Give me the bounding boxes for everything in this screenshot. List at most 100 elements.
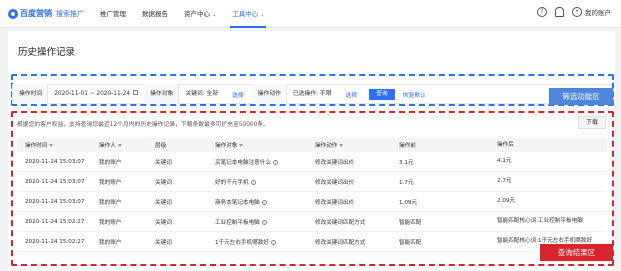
info-icon[interactable]: i <box>261 199 267 205</box>
calendar-icon <box>133 90 139 95</box>
nav-label: 资产中心 <box>184 10 210 18</box>
cell-before: 3.1元 <box>399 159 414 166</box>
nav-promotion[interactable]: 推广管理 <box>92 0 134 28</box>
cell-action: 修改关键词出价 <box>315 179 355 186</box>
col-label: 操作动作 <box>315 143 338 149</box>
col-time: 操作时间 <box>17 141 99 149</box>
action-value: 已选操作: 不限 <box>292 91 332 97</box>
cell-level: 关键词 <box>155 159 172 166</box>
cell-user: 我的账户 <box>99 239 122 246</box>
result-area-tag: 查询结果区 <box>540 244 613 261</box>
col-after: 操作后 <box>497 141 514 148</box>
cell-before: 1.09元 <box>399 199 418 206</box>
cell-user: 我的账户 <box>99 159 122 166</box>
cell-time: 2020-11-24 15:03:07 <box>25 178 85 185</box>
bell-icon[interactable] <box>555 7 564 17</box>
date-range-value: 2020-11-01 ~ 2020-11-24 <box>54 91 131 97</box>
chevron-down-icon: ⌄ <box>260 12 265 18</box>
action-label: 操作动作 <box>251 84 287 104</box>
info-icon[interactable]: i <box>270 239 276 245</box>
cell-object: 工业控制平板电脑 i <box>215 218 315 226</box>
reset-button[interactable]: 恢复默认 <box>403 90 426 99</box>
chevron-down-icon: ⌄ <box>212 12 217 18</box>
col-object: 操作对象 <box>215 141 315 149</box>
nav-label: 工具中心 <box>232 10 259 18</box>
nav-tools[interactable]: 工具中心 ⌄ <box>224 0 272 28</box>
nav-assets[interactable]: 资产中心 ⌄ <box>176 0 224 28</box>
cell-action: 修改关键词匹配方式 <box>315 219 366 226</box>
nav-label: 推广管理 <box>100 10 126 18</box>
filter-icon[interactable] <box>49 143 54 148</box>
object-text: 好的千元手机 <box>215 179 249 186</box>
results-notice: 根据您的客户权益，支持查询您最近12个月内的历史操作记录，下载条数最多可扩充至5… <box>17 122 269 128</box>
cell-before: 1.7元 <box>399 179 414 186</box>
cell-time: 2020-11-24 15:02:27 <box>25 218 85 225</box>
col-level: 层级 <box>155 143 167 149</box>
object-text: 商务本笔记本电脑 <box>215 199 260 206</box>
nav-label: 数据报告 <box>142 10 168 18</box>
time-label: 操作时间 <box>13 84 49 104</box>
user-icon: • <box>572 7 582 17</box>
cell-level: 关键词 <box>155 179 172 186</box>
filter-icon[interactable] <box>239 143 244 148</box>
history-table: 操作时间 操作人 层级 操作对象 操作动作 操作前 操作后 2020-11-24… <box>17 138 607 252</box>
cell-time: 2020-11-24 15:02:27 <box>25 238 85 245</box>
filter-icon[interactable] <box>117 143 122 148</box>
info-icon[interactable]: i <box>261 219 267 225</box>
object-label: 操作对象 <box>144 84 180 104</box>
cell-after: 智能匹配核心词:工业控制平板电脑 <box>497 218 583 224</box>
table-row: 2020-11-24 15:03:07 我的账户 关键词 好的千元手机 i 修改关… <box>17 172 607 192</box>
cell-action: 修改关键词出价 <box>315 159 355 166</box>
cell-object: 商务本笔记本电脑 i <box>215 198 315 206</box>
table-row: 2020-11-24 15:03:07 我的账户 关键词 买笔记本电脑注意什么 i… <box>17 152 607 172</box>
cell-level: 关键词 <box>155 219 172 226</box>
object-text: 买笔记本电脑注意什么 <box>215 159 271 166</box>
date-range-picker[interactable]: 2020-11-01 ~ 2020-11-24 <box>48 84 144 104</box>
table-row: 2020-11-24 15:02:27 我的账户 关键词 工业控制平板电脑 i 修… <box>17 212 607 232</box>
help-icon[interactable]: ? <box>537 7 547 17</box>
object-text: 1千元左右手机哪款好 <box>215 239 269 246</box>
cell-after: 4.1元 <box>497 158 512 164</box>
filter-area-tag: 筛选功能区 <box>549 88 613 105</box>
cell-action: 修改关键词出价 <box>315 199 355 206</box>
cell-action: 修改关键词匹配方式 <box>315 239 366 246</box>
cell-level: 关键词 <box>155 199 172 206</box>
cell-user: 我的账户 <box>99 179 122 186</box>
query-button[interactable]: 查询 <box>369 88 395 100</box>
select-action-link[interactable]: 选择 <box>338 90 366 99</box>
top-navbar: 百度营销 搜索推广 推广管理 数据报告 资产中心 ⌄ 工具中心 ⌄ ? • 我的账户 <box>0 0 621 28</box>
col-user: 操作人 <box>99 141 155 149</box>
table-row: 2020-11-24 15:02:27 我的账户 关键词 1千元左右手机哪款好 i… <box>17 232 607 252</box>
cell-after: 2.7元 <box>497 178 512 184</box>
info-icon[interactable]: i <box>272 159 278 165</box>
paw-logo-icon <box>8 8 18 19</box>
page-title: 历史操作记录 <box>18 47 76 58</box>
main-nav: 推广管理 数据报告 资产中心 ⌄ 工具中心 ⌄ <box>92 0 272 28</box>
brand-logo[interactable]: 百度营销 搜索推广 <box>8 8 84 19</box>
col-action: 操作动作 <box>315 141 399 149</box>
nav-reports[interactable]: 数据报告 <box>134 0 176 28</box>
cell-after: 2.09元 <box>497 198 516 204</box>
nav-tools-area: ? • 我的账户 <box>537 7 611 17</box>
download-button[interactable]: 下载 <box>578 116 606 129</box>
cell-time: 2020-11-24 15:03:07 <box>25 158 85 165</box>
cell-before: 智能匹配 <box>399 219 422 226</box>
cell-before: 智能匹配 <box>399 239 422 246</box>
info-icon[interactable]: i <box>250 179 256 185</box>
table-header: 操作时间 操作人 层级 操作对象 操作动作 操作前 操作后 <box>17 138 607 152</box>
table-row: 2020-11-24 15:03:07 我的账户 关键词 商务本笔记本电脑 i 修… <box>17 192 607 212</box>
cell-user: 我的账户 <box>99 199 122 206</box>
account-menu[interactable]: • 我的账户 <box>572 7 611 17</box>
cell-user: 我的账户 <box>99 219 122 226</box>
select-object-link[interactable]: 选择 <box>224 90 252 99</box>
filter-icon[interactable] <box>339 143 344 148</box>
cell-object: 1千元左右手机哪款好 i <box>215 238 315 246</box>
col-label: 操作时间 <box>25 143 48 149</box>
cell-object: 好的千元手机 i <box>215 178 315 186</box>
cell-object: 买笔记本电脑注意什么 i <box>215 158 315 166</box>
brand-name: 百度营销 <box>20 9 52 18</box>
cell-level: 关键词 <box>155 239 172 246</box>
cell-time: 2020-11-24 15:03:07 <box>25 198 85 205</box>
object-text: 工业控制平板电脑 <box>215 219 260 226</box>
account-name: 我的账户 <box>585 9 611 17</box>
